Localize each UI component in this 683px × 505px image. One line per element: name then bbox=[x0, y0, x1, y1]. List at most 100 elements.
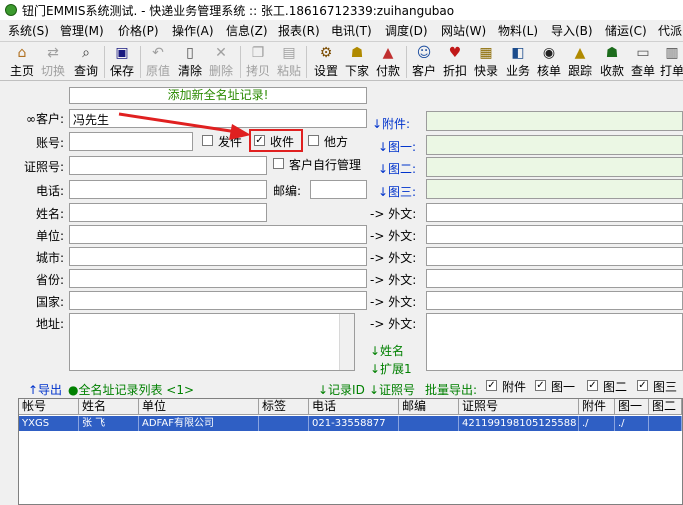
unit-input[interactable] bbox=[69, 225, 367, 244]
name-link[interactable]: ↓姓名 bbox=[370, 342, 420, 359]
switch-button[interactable]: ⇄ 切换 bbox=[38, 44, 68, 80]
original-button[interactable]: ↶ 原值 bbox=[143, 44, 173, 80]
account-label: 账号: bbox=[35, 136, 64, 150]
pic3-input[interactable] bbox=[426, 179, 683, 199]
column-header[interactable]: 单位 bbox=[139, 399, 259, 415]
record-list-title: ●全名址记录列表 <1> bbox=[68, 383, 195, 397]
pic2-label[interactable]: ↓图二: bbox=[378, 160, 422, 177]
foreign-country-input[interactable] bbox=[426, 291, 683, 310]
country-input[interactable] bbox=[69, 291, 367, 310]
delete-button[interactable]: ✕ 删除 bbox=[206, 44, 236, 80]
province-input[interactable] bbox=[69, 269, 367, 288]
menu-storage[interactable]: 储运(C) bbox=[605, 22, 647, 39]
query-button[interactable]: ⌕ 查询 bbox=[71, 44, 101, 80]
save-button[interactable]: ▣ 保存 bbox=[107, 44, 137, 80]
extend-link[interactable]: ↓扩展1 bbox=[370, 360, 420, 377]
column-header[interactable]: 邮编 bbox=[399, 399, 459, 415]
cell-tag bbox=[259, 416, 309, 431]
foreign-name-input[interactable] bbox=[426, 203, 683, 222]
column-header[interactable]: 图一 bbox=[615, 399, 649, 415]
quick-entry-icon: ▦ bbox=[479, 45, 493, 61]
phone-input[interactable] bbox=[69, 180, 267, 199]
foreign-province-input[interactable] bbox=[426, 269, 683, 288]
quick-entry-button[interactable]: ▦ 快录 bbox=[471, 44, 501, 80]
menu-website[interactable]: 网站(W) bbox=[441, 22, 486, 39]
column-header[interactable]: 电话 bbox=[309, 399, 399, 415]
menu-manage[interactable]: 管理(M) bbox=[60, 22, 104, 39]
foreign-label[interactable]: -> 外文: bbox=[370, 315, 422, 332]
column-header[interactable]: 姓名 bbox=[79, 399, 139, 415]
menu-report[interactable]: 报表(R) bbox=[278, 22, 320, 39]
license-input[interactable] bbox=[69, 156, 267, 175]
pic1-input[interactable] bbox=[426, 135, 683, 155]
menu-import[interactable]: 导入(B) bbox=[551, 22, 593, 39]
export-pic1-checkbox[interactable]: ✓ bbox=[535, 380, 546, 391]
menu-delivery[interactable]: 代派 bbox=[658, 22, 682, 39]
receive-button[interactable]: ☗ 收款 bbox=[597, 44, 627, 80]
column-header[interactable]: 附件 bbox=[579, 399, 615, 415]
track-button[interactable]: ▲ 跟踪 bbox=[565, 44, 595, 80]
export-attachment-checkbox[interactable]: ✓ bbox=[486, 380, 497, 391]
table-row[interactable]: YXGS 张 飞 ADFAF有限公司 021-33558877 42119919… bbox=[19, 416, 682, 431]
self-manage-checkbox[interactable] bbox=[273, 158, 284, 169]
home-button[interactable]: ⌂ 主页 bbox=[7, 44, 37, 80]
license-no-link[interactable]: ↓证照号 bbox=[369, 381, 415, 398]
pic3-label[interactable]: ↓图三: bbox=[378, 183, 422, 200]
menu-price[interactable]: 价格(P) bbox=[118, 22, 159, 39]
cell-account: YXGS bbox=[19, 416, 79, 431]
other-party-checkbox[interactable] bbox=[308, 135, 319, 146]
export-pic3-checkbox[interactable]: ✓ bbox=[637, 380, 648, 391]
paste-button[interactable]: ▤ 粘贴 bbox=[274, 44, 304, 80]
menu-info[interactable]: 信息(Z) bbox=[226, 22, 268, 39]
business-button[interactable]: ◧ 业务 bbox=[503, 44, 533, 80]
menu-dispatch[interactable]: 调度(D) bbox=[385, 22, 428, 39]
verify-button[interactable]: ◉ 核单 bbox=[534, 44, 564, 80]
city-input[interactable] bbox=[69, 247, 367, 266]
export-link[interactable]: ↑导出 bbox=[28, 381, 62, 398]
lookup-button[interactable]: ▭ 查单 bbox=[628, 44, 658, 80]
attachment-label[interactable]: ↓附件: bbox=[372, 115, 422, 132]
menu-system[interactable]: 系统(S) bbox=[8, 22, 49, 39]
address-scrollbar[interactable] bbox=[339, 314, 354, 370]
column-header[interactable]: 证照号 bbox=[459, 399, 579, 415]
title-bar: 钮门EMMIS系统测试. - 快递业务管理系统 :: 张工.1861671233… bbox=[0, 0, 683, 20]
name-input[interactable] bbox=[69, 203, 267, 222]
next-party-button[interactable]: ☗ 下家 bbox=[342, 44, 372, 80]
foreign-label[interactable]: -> 外文: bbox=[370, 249, 422, 266]
cell-postcode bbox=[399, 416, 459, 431]
copy-button[interactable]: ❐ 拷贝 bbox=[243, 44, 273, 80]
export-pic2-checkbox[interactable]: ✓ bbox=[587, 380, 598, 391]
column-header[interactable]: 图二 bbox=[649, 399, 682, 415]
menu-material[interactable]: 物料(L) bbox=[498, 22, 538, 39]
foreign-unit-input[interactable] bbox=[426, 225, 683, 244]
record-table: 帐号 姓名 单位 标签 电话 邮编 证照号 附件 图一 图二 YXGS 张 飞 … bbox=[18, 398, 683, 505]
foreign-label[interactable]: -> 外文: bbox=[370, 205, 422, 222]
printer-icon: ▥ bbox=[665, 45, 679, 61]
payment-button[interactable]: ▲ 付款 bbox=[373, 44, 403, 80]
print-button[interactable]: ▥ 打单 bbox=[657, 44, 683, 80]
foreign-address-textarea[interactable] bbox=[426, 313, 683, 371]
cell-phone: 021-33558877 bbox=[309, 416, 399, 431]
pic2-input[interactable] bbox=[426, 157, 683, 177]
customer-button[interactable]: ☺ 客户 bbox=[409, 44, 439, 80]
record-id-link[interactable]: ↓记录ID bbox=[318, 381, 365, 398]
attachment-input[interactable] bbox=[426, 111, 683, 131]
address-textarea[interactable] bbox=[69, 313, 355, 371]
foreign-city-input[interactable] bbox=[426, 247, 683, 266]
postcode-input[interactable] bbox=[310, 180, 367, 199]
column-header[interactable]: 帐号 bbox=[19, 399, 79, 415]
foreign-label[interactable]: -> 外文: bbox=[370, 293, 422, 310]
column-header[interactable]: 标签 bbox=[259, 399, 309, 415]
pic1-label[interactable]: ↓图一: bbox=[378, 138, 422, 155]
name-label: 姓名: bbox=[35, 207, 64, 221]
foreign-label[interactable]: -> 外文: bbox=[370, 227, 422, 244]
settings-button[interactable]: ⚙ 设置 bbox=[311, 44, 341, 80]
menu-telecom[interactable]: 电讯(T) bbox=[331, 22, 372, 39]
discount-button[interactable]: ♥ 折扣 bbox=[440, 44, 470, 80]
foreign-label[interactable]: -> 外文: bbox=[370, 271, 422, 288]
toolbar-separator bbox=[306, 46, 307, 78]
switch-icon: ⇄ bbox=[47, 45, 59, 61]
toolbar-separator bbox=[140, 46, 141, 78]
clear-button[interactable]: ▯ 清除 bbox=[175, 44, 205, 80]
menu-operation[interactable]: 操作(A) bbox=[172, 22, 214, 39]
